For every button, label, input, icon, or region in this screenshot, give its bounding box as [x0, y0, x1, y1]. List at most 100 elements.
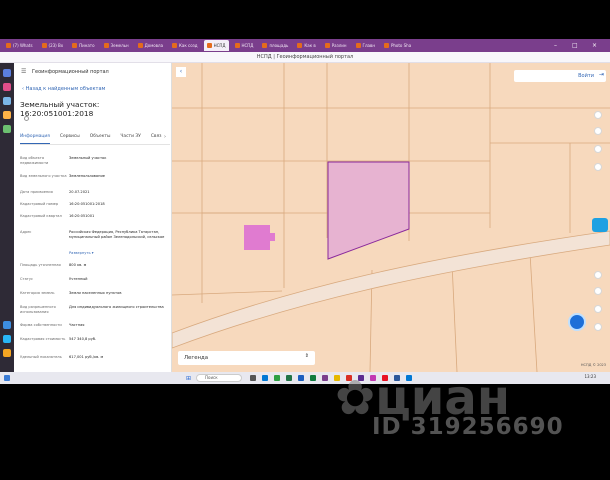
back-link[interactable]: ‹ Назад к найденным объектам — [22, 86, 105, 92]
tabs-more-icon[interactable]: › — [164, 134, 166, 140]
assistant-button-icon[interactable] — [568, 313, 586, 331]
tab-parts[interactable]: Части ЗУ — [120, 131, 140, 144]
map-tool-6-icon[interactable] — [594, 323, 602, 331]
map-canvas[interactable] — [172, 63, 610, 372]
info-row-value: 16:20:051001 — [69, 214, 95, 218]
tab-favicon-icon — [206, 43, 212, 48]
sidebar-icon-8[interactable] — [3, 349, 11, 357]
login-label: Войти — [578, 73, 594, 79]
info-panel: ☰ Геоинформационный портал ‹ Назад к най… — [14, 63, 172, 372]
info-row: Статус Учтенный — [20, 277, 166, 282]
tab-services[interactable]: Сервисы — [60, 131, 80, 144]
browser-tab[interactable]: площадь — [259, 40, 291, 51]
taskbar-app-2-icon[interactable] — [262, 375, 268, 381]
browser-tab[interactable]: (7) Whats — [3, 40, 36, 51]
browser-tab[interactable]: Домовла — [135, 40, 166, 51]
browser-tab[interactable]: Как созд — [169, 40, 201, 51]
back-link-label: Назад к найденным объектам — [25, 86, 106, 92]
taskbar-app-6-icon[interactable] — [310, 375, 316, 381]
sidebar-icon-3[interactable] — [3, 97, 11, 105]
panel-tabs: Информация Сервисы Объекты Части ЗУ Связ — [20, 131, 170, 145]
taskbar-app-1-icon[interactable] — [250, 375, 256, 381]
login-button[interactable]: Войти — [514, 70, 606, 82]
map-tool-1-icon[interactable] — [594, 111, 602, 119]
info-row: Категория земель Земли населенных пунктов — [20, 291, 166, 296]
tab-favicon-icon — [103, 43, 109, 48]
browser-tab[interactable]: Как в — [294, 40, 318, 51]
map-tool-2-icon[interactable] — [594, 127, 602, 135]
sidebar-icon-2[interactable] — [3, 83, 11, 91]
tab-favicon-icon — [137, 43, 143, 48]
info-row-value: Земли населенных пунктов — [69, 291, 122, 295]
tab-links[interactable]: Связ — [151, 131, 162, 144]
sidebar-icon-6[interactable] — [3, 321, 11, 329]
info-row-key: Вид разрешенного использования — [20, 305, 56, 314]
map-tool-5-icon[interactable] — [594, 305, 602, 313]
info-row-value: Земельный участок — [69, 156, 107, 160]
close-icon[interactable]: × — [592, 42, 597, 49]
tab-info[interactable]: Информация — [20, 131, 50, 144]
address-bar[interactable]: НСПД | Геоинформационный портал — [0, 52, 610, 63]
browser-tab[interactable]: НСПД — [232, 40, 257, 51]
start-icon[interactable]: ⊞ — [186, 375, 191, 382]
share-icon[interactable] — [594, 145, 602, 153]
expand-address-link[interactable]: Развернуть ▾ — [69, 251, 166, 256]
browser-tab-label: Как созд — [179, 43, 198, 48]
browser-tab-label: Разлин — [331, 43, 347, 48]
widgets-icon[interactable] — [4, 375, 10, 381]
browser-tab-label: НСПД — [213, 43, 226, 48]
maximize-icon[interactable]: □ — [572, 42, 578, 49]
panel-header: Геоинформационный портал — [32, 69, 109, 75]
minimize-icon[interactable]: – — [554, 42, 557, 49]
tab-favicon-icon — [234, 43, 240, 48]
browser-tab-label: Главн — [362, 43, 375, 48]
browser-tab[interactable]: Главн — [353, 40, 378, 51]
info-row-key: Вид земельного участка — [20, 174, 67, 178]
info-row-value: Землепользование — [69, 174, 106, 178]
map-tool-4-icon[interactable] — [594, 287, 602, 295]
tab-favicon-icon — [172, 43, 178, 48]
sidebar-icon-4[interactable] — [3, 111, 11, 119]
sidebar-icon-1[interactable] — [3, 69, 11, 77]
taskbar-search[interactable]: Поиск — [196, 374, 242, 382]
browser-tab[interactable]: Пинато — [69, 40, 97, 51]
taskbar-app-5-icon[interactable] — [298, 375, 304, 381]
sidebar-icon-5[interactable] — [3, 125, 11, 133]
browser-tab[interactable]: Разлин — [322, 40, 350, 51]
taskbar-app-3-icon[interactable] — [274, 375, 280, 381]
chat-widget-icon[interactable] — [592, 218, 608, 232]
parcel-title: Земельный участок: 16:20:051001:2018 — [20, 100, 100, 118]
taskbar-app-4-icon[interactable] — [286, 375, 292, 381]
tab-favicon-icon — [383, 43, 389, 48]
tab-objects[interactable]: Объекты — [90, 131, 111, 144]
info-row-key: Кадастровый квартал — [20, 214, 62, 218]
legend-selector[interactable]: Легенда ⇕ — [178, 351, 315, 365]
browser-tab-label: Photo Sha — [390, 43, 412, 48]
info-row: Вид объекта недвижимости Земельный участо… — [20, 156, 166, 166]
menu-icon[interactable]: ☰ — [21, 68, 26, 75]
taskbar-app-7-icon[interactable] — [322, 375, 328, 381]
info-row-value: Учтенный — [69, 277, 88, 281]
browser-tab[interactable]: НСПД — [203, 40, 229, 51]
scale-attribution: НСПД © 2023 — [580, 363, 606, 367]
browser-tab[interactable]: Photo Sha — [381, 40, 414, 51]
info-row-value: 547 340,8 руб. — [69, 337, 97, 341]
map-tool-3-icon[interactable] — [594, 163, 602, 171]
info-row-key: Категория земель — [20, 291, 55, 295]
legend-label: Легенда — [184, 355, 209, 361]
browser-tab[interactable]: (23) Вх — [39, 40, 67, 51]
legend-expand-icon[interactable]: ⇕ — [305, 353, 309, 359]
screenshot-area: (7) Whats (23) Вх Пинато Земельн Домовла Как … — [0, 39, 610, 384]
locate-icon[interactable] — [594, 271, 602, 279]
browser-tab-label: (23) Вх — [48, 43, 64, 48]
tab-favicon-icon — [324, 43, 330, 48]
info-row-key: Адрес — [20, 230, 32, 234]
map-view[interactable]: ‹ Войти ⇥ Легенда ⇕ НСПД © 2023 — [172, 63, 610, 372]
info-row: Вид разрешенного использования Для индиви… — [20, 305, 166, 315]
tab-favicon-icon — [355, 43, 361, 48]
info-row-key: Вид объекта недвижимости — [20, 156, 49, 165]
info-row-key: Форма собственности — [20, 323, 62, 327]
collapse-panel-icon[interactable]: ‹ — [176, 67, 186, 77]
sidebar-icon-7[interactable] — [3, 335, 11, 343]
browser-tab[interactable]: Земельн — [101, 40, 132, 51]
